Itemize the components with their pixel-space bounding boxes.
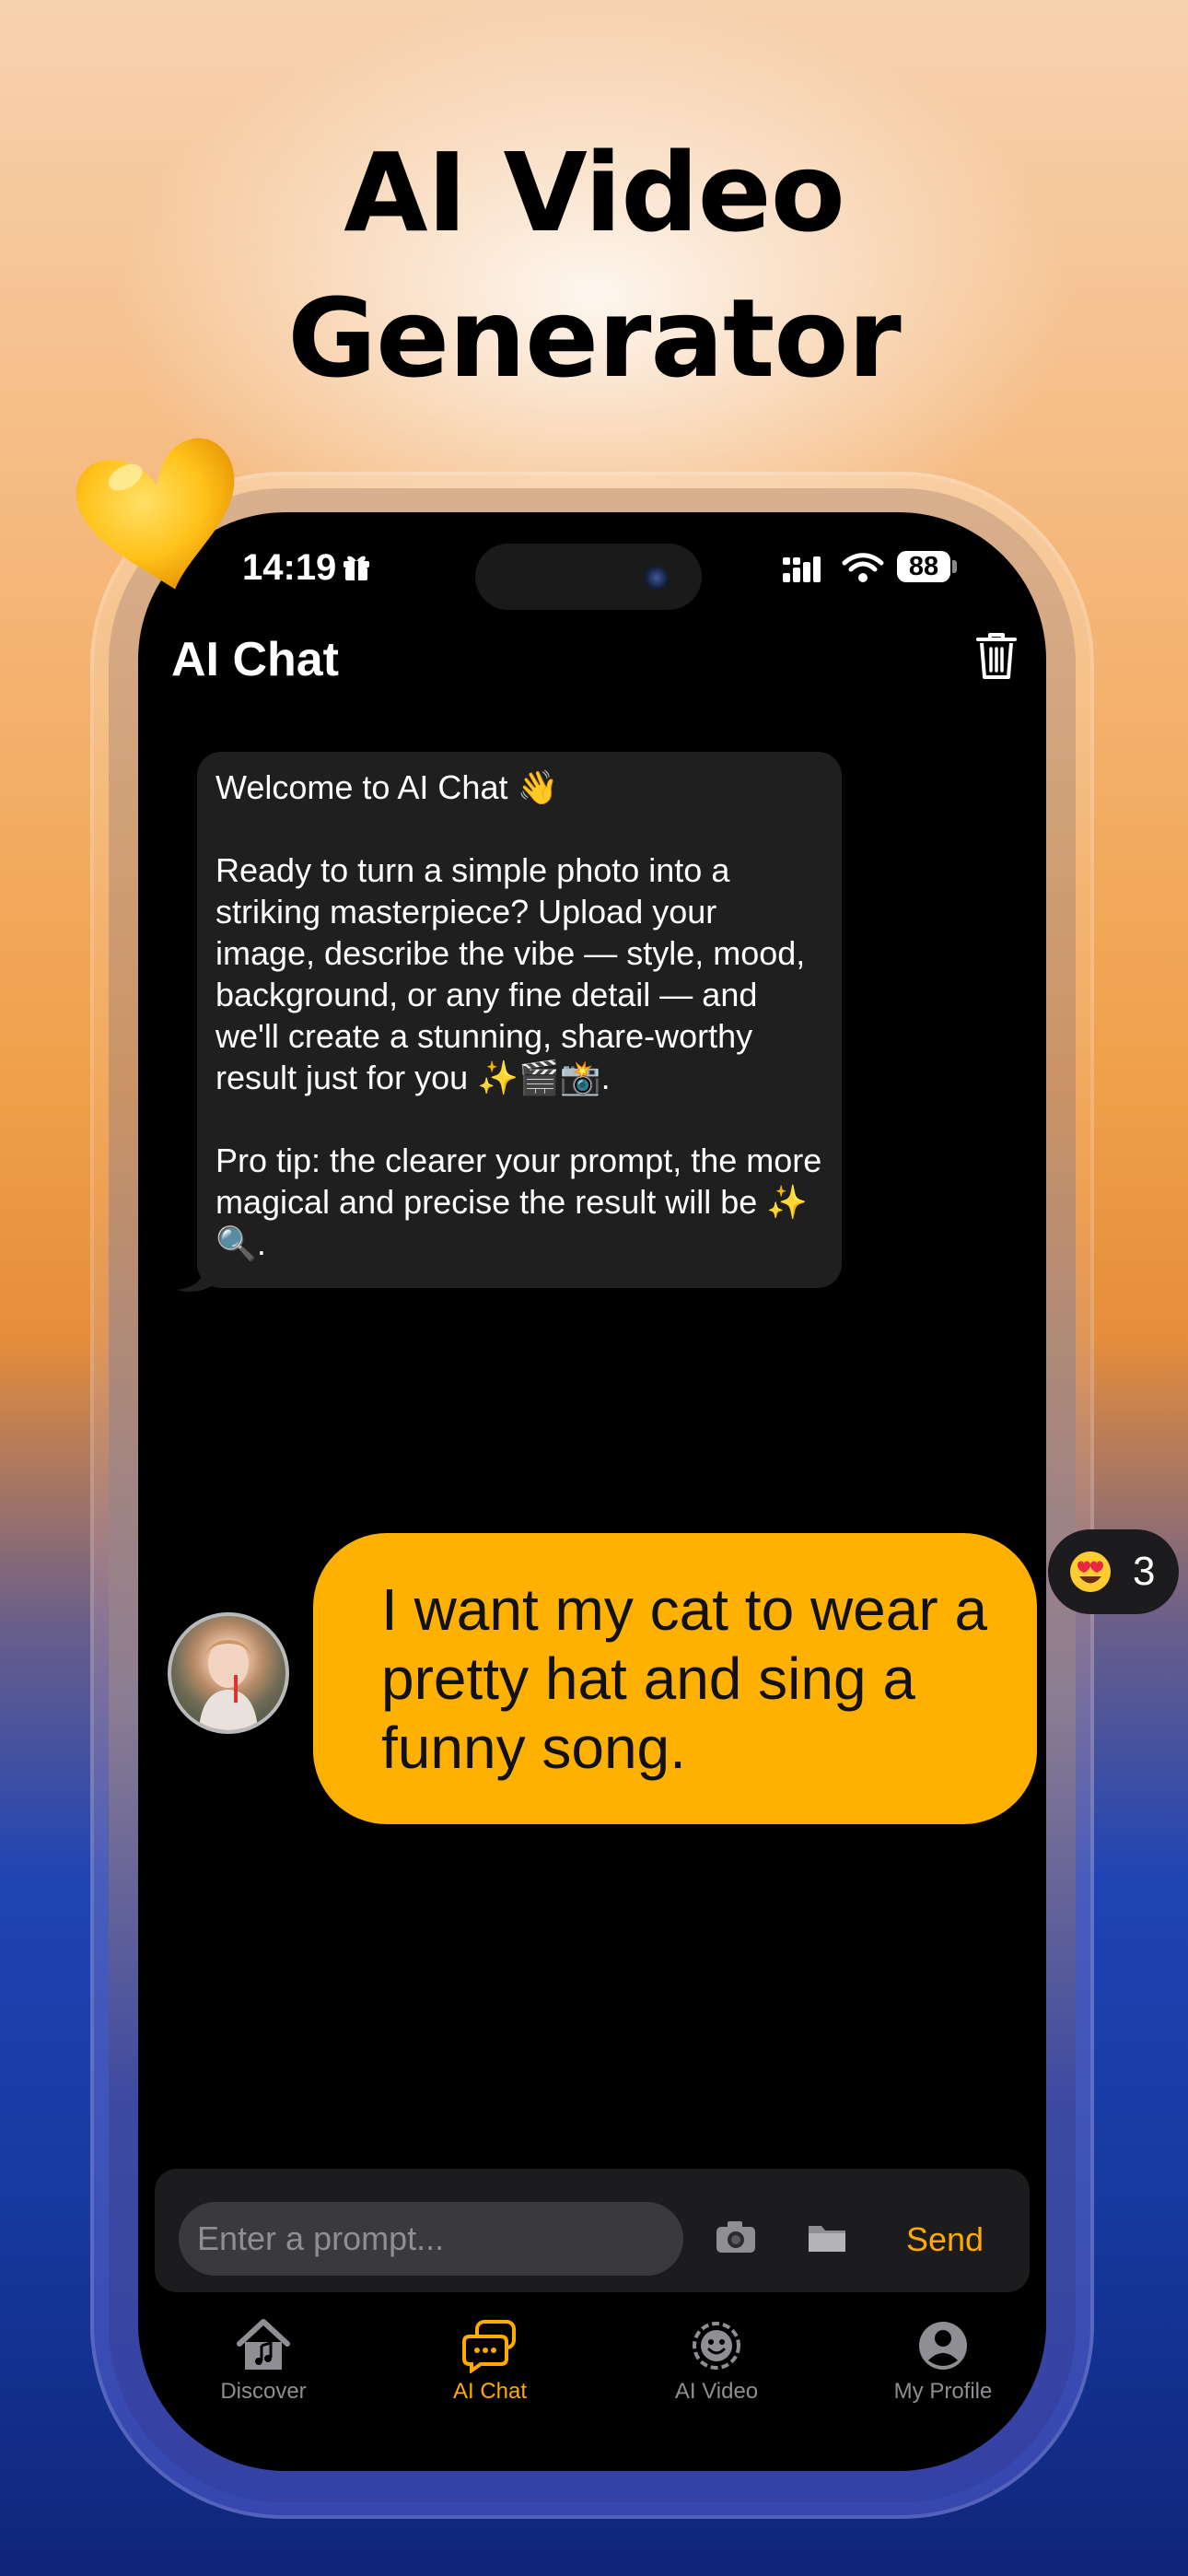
home-music-icon <box>237 2319 290 2370</box>
tab-ai-video[interactable]: AI Video <box>643 2318 790 2405</box>
status-time: 14:19 <box>242 547 337 588</box>
trash-icon[interactable] <box>974 630 1019 682</box>
battery-indicator: 88 <box>897 551 950 582</box>
gift-icon <box>344 556 369 580</box>
battery-tip <box>952 560 957 573</box>
heart-emoji-icon <box>76 438 235 590</box>
send-button[interactable]: Send <box>906 2219 984 2261</box>
front-camera-icon <box>645 566 669 590</box>
person-icon <box>919 2322 967 2370</box>
app-screen: 14:19 88 AI Chat Welcome to AI Chat 👋 Re… <box>138 512 1046 2471</box>
avatar-photo-icon <box>199 1640 258 1730</box>
welcome-tip: Pro tip: the clearer your prompt, the mo… <box>215 1142 832 1262</box>
tab-label-discover: Discover <box>220 2379 307 2404</box>
cellular-signal-icon <box>783 556 821 582</box>
page-title: AI Chat <box>171 633 339 686</box>
tab-label-my-profile: My Profile <box>893 2379 993 2404</box>
promo-title: AI Video Generator <box>0 120 1188 411</box>
folder-icon[interactable] <box>807 2219 847 2255</box>
user-message-text: I want my cat to wear a pretty hat and s… <box>381 1576 988 1781</box>
user-message-bubble: I want my cat to wear a pretty hat and s… <box>313 1533 1037 1824</box>
prompt-input[interactable] <box>179 2202 683 2276</box>
wifi-icon <box>842 553 884 582</box>
user-avatar[interactable] <box>168 1612 289 1734</box>
camera-icon[interactable] <box>715 2219 757 2255</box>
tab-label-ai-chat: AI Chat <box>452 2379 528 2404</box>
tab-my-profile[interactable]: My Profile <box>869 2318 1017 2405</box>
tab-discover[interactable]: Discover <box>190 2318 337 2405</box>
tab-ai-chat[interactable]: AI Chat <box>416 2318 564 2405</box>
promo-title-line1: AI Video <box>344 129 845 256</box>
welcome-body: Ready to turn a simple photo into a stri… <box>215 851 815 1096</box>
smiley-face-icon <box>693 2322 740 2370</box>
tab-label-ai-video: AI Video <box>674 2379 759 2404</box>
heart-eyes-emoji-icon <box>1070 1551 1111 1592</box>
welcome-greeting: Welcome to AI Chat 👋 <box>215 768 559 806</box>
reaction-badge[interactable]: 3 <box>1048 1529 1179 1614</box>
chat-bubbles-icon <box>462 2320 516 2373</box>
promo-title-line2: Generator <box>287 275 901 402</box>
welcome-message-bubble: Welcome to AI Chat 👋 Ready to turn a sim… <box>197 752 842 1288</box>
reaction-count: 3 <box>1133 1549 1156 1594</box>
bubble-tail <box>177 1268 214 1292</box>
